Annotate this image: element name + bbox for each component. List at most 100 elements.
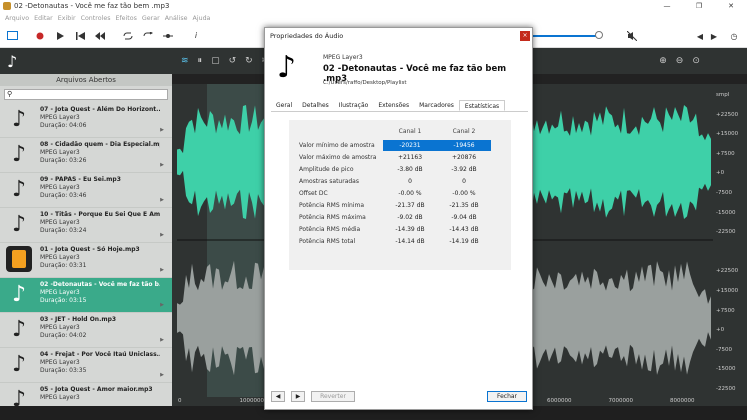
- menu-bar: Arquivo Editar Exibir Controles Efeitos …: [0, 12, 747, 24]
- expand-arrow-icon[interactable]: ▶: [160, 127, 164, 133]
- file-duration: Duração: 03:31: [40, 262, 87, 269]
- undo-icon[interactable]: ↺: [229, 56, 237, 66]
- tab-marcadores[interactable]: Marcadores: [414, 100, 459, 111]
- menu-ajuda[interactable]: Ajuda: [193, 15, 211, 22]
- arrow-right-icon[interactable]: ▶: [706, 28, 722, 44]
- volume-thumb[interactable]: [595, 31, 603, 39]
- pause-icon[interactable]: ⏸: [198, 56, 203, 66]
- axis-tick-label: +15000: [716, 131, 739, 138]
- stop-icon[interactable]: ▢: [211, 56, 220, 66]
- mute-icon[interactable]: [624, 28, 640, 44]
- menu-exibir[interactable]: Exibir: [58, 15, 76, 22]
- file-list-item[interactable]: ♪ 04 - Frejat - Por Você Itaú Uniclass..…: [0, 348, 172, 383]
- file-title: 09 - PAPAS - Eu Sei.mp3: [40, 176, 121, 183]
- file-format: MPEG Layer3: [40, 149, 80, 156]
- app-logo-note-icon: ♪: [0, 48, 172, 74]
- expand-arrow-icon[interactable]: ▶: [160, 197, 164, 203]
- dialog-tabs: Geral Detalhes Ilustração Extensões Marcador…: [271, 100, 528, 112]
- stat-canal-2: -14.43 dB: [449, 226, 479, 233]
- menu-controles[interactable]: Controles: [81, 15, 111, 22]
- tab-detalhes[interactable]: Detalhes: [297, 100, 334, 111]
- file-duration: Duração: 04:06: [40, 122, 87, 129]
- timeline-tick-label: 7000000: [608, 398, 634, 404]
- file-format: MPEG Layer3: [323, 54, 363, 61]
- maximize-button[interactable]: ❐: [683, 2, 715, 10]
- file-list-item[interactable]: ♪ 07 - Jota Quest - Além Do Horizont... …: [0, 103, 172, 138]
- play-icon[interactable]: [52, 28, 68, 44]
- repeat-icon[interactable]: [140, 28, 156, 44]
- menu-gerar[interactable]: Gerar: [142, 15, 160, 22]
- expand-arrow-icon[interactable]: ▶: [160, 267, 164, 273]
- loop-icon[interactable]: [120, 28, 136, 44]
- file-title: 07 - Jota Quest - Além Do Horizont...: [40, 106, 160, 113]
- menu-efeitos[interactable]: Efeitos: [115, 15, 136, 22]
- file-duration: Duração: 03:15: [40, 297, 87, 304]
- next-button[interactable]: ▶: [291, 391, 305, 402]
- cue-icon[interactable]: [160, 28, 176, 44]
- expand-arrow-icon[interactable]: ▶: [160, 337, 164, 343]
- stat-label: Amplitude de pico: [299, 166, 354, 173]
- expand-arrow-icon[interactable]: ▶: [160, 372, 164, 378]
- zoom-in-icon[interactable]: ⊕: [659, 56, 667, 66]
- file-header: ♪ MPEG Layer3 02 -Detonautas - Você me f…: [265, 44, 532, 98]
- zoom-fit-icon[interactable]: ⊙: [692, 56, 700, 66]
- rewind-icon[interactable]: [92, 28, 108, 44]
- file-list-item[interactable]: 01 - Jota Quest - Só Hoje.mp3 MPEG Layer…: [0, 243, 172, 278]
- file-title: 08 - Cidadão quem - Dia Especial.mp3: [40, 141, 160, 148]
- dialog-footer: ◀ ▶ Reverter Fechar: [271, 391, 528, 403]
- search-input[interactable]: ⚲: [4, 89, 168, 100]
- search-icon: ⚲: [7, 90, 13, 98]
- expand-arrow-icon[interactable]: ▶: [160, 162, 164, 168]
- file-list: ♪ 07 - Jota Quest - Além Do Horizont... …: [0, 103, 172, 418]
- stat-canal-2: -14.19 dB: [449, 238, 479, 245]
- album-art: [6, 246, 32, 272]
- menu-editar[interactable]: Editar: [34, 15, 53, 22]
- info-icon[interactable]: i: [188, 28, 204, 44]
- stat-canal-1: -0.00 %: [398, 190, 422, 197]
- revert-button[interactable]: Reverter: [311, 391, 355, 402]
- axis-tick-label: +7500: [716, 150, 735, 157]
- axis-tick-label: +0: [716, 327, 725, 334]
- file-list-item[interactable]: ♪ 09 - PAPAS - Eu Sei.mp3 MPEG Layer3 Du…: [0, 173, 172, 208]
- axis-tick-label: -7500: [716, 190, 732, 196]
- file-format: MPEG Layer3: [40, 289, 80, 296]
- stat-label: Valor mínimo de amostra: [299, 142, 375, 149]
- skip-start-icon[interactable]: [72, 28, 88, 44]
- stat-canal-2: -9.04 dB: [451, 214, 477, 221]
- tab-ilustração[interactable]: Ilustração: [334, 100, 374, 111]
- redo-icon[interactable]: ↻: [245, 56, 253, 66]
- file-format: MPEG Layer3: [40, 219, 80, 226]
- dialog-close-button[interactable]: ×: [520, 31, 530, 41]
- zoom-out-icon[interactable]: ⊖: [676, 56, 684, 66]
- music-note-icon: ♪: [11, 351, 27, 377]
- expand-arrow-icon[interactable]: ▶: [160, 232, 164, 238]
- minimize-button[interactable]: —: [651, 2, 683, 10]
- file-list-item[interactable]: ♪ 03 - JET - Hold On.mp3 MPEG Layer3 Dur…: [0, 313, 172, 348]
- history-icon[interactable]: ◷: [726, 28, 742, 44]
- stat-canal-1: -3.80 dB: [397, 166, 423, 173]
- file-list-item[interactable]: ♪ 08 - Cidadão quem - Dia Especial.mp3 M…: [0, 138, 172, 173]
- expand-arrow-icon[interactable]: ▶: [160, 302, 164, 308]
- panel-toggle-icon[interactable]: [4, 28, 20, 44]
- menu-analise[interactable]: Análise: [165, 15, 188, 22]
- spectrum-icon[interactable]: ≋: [181, 56, 189, 66]
- previous-button[interactable]: ◀: [271, 391, 285, 402]
- record-icon[interactable]: [32, 28, 48, 44]
- volume-slider[interactable]: [533, 35, 599, 37]
- stat-label: Potência RMS máxima: [299, 214, 366, 221]
- file-title: 02 -Detonautas - Você me faz tão b...: [40, 281, 160, 288]
- close-dialog-button[interactable]: Fechar: [487, 391, 527, 402]
- tab-extensões[interactable]: Extensões: [373, 100, 414, 111]
- axis-tick-label: +15000: [716, 288, 739, 294]
- menu-arquivo[interactable]: Arquivo: [5, 15, 29, 22]
- tab-geral[interactable]: Geral: [271, 100, 297, 111]
- tab-estatísticas[interactable]: Estatísticas: [458, 100, 506, 111]
- stat-canal-1: 0: [408, 178, 412, 185]
- file-title: 05 - Jota Quest - Amor maior.mp3: [40, 386, 153, 393]
- axis-tick-label: smpl: [716, 92, 730, 98]
- close-window-button[interactable]: ✕: [715, 2, 747, 10]
- axis-tick-label: +0: [716, 170, 725, 177]
- file-list-item[interactable]: ♪ 02 -Detonautas - Você me faz tão b... …: [0, 278, 172, 313]
- file-duration: Duração: 03:24: [40, 227, 87, 234]
- file-list-item[interactable]: ♪ 10 - Titãs - Porque Eu Sei Que É Am...…: [0, 208, 172, 243]
